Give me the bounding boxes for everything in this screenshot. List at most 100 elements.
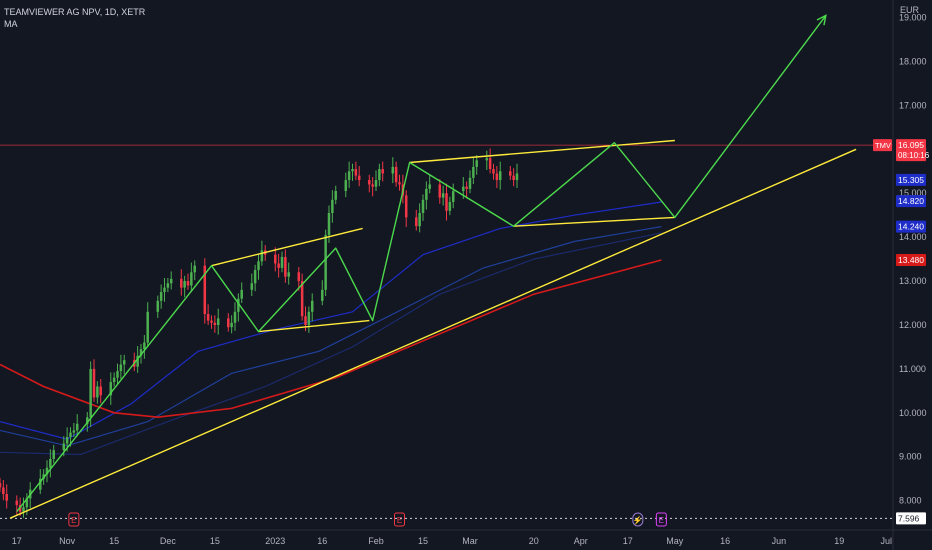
candle-body[interactable] bbox=[213, 322, 217, 325]
candle-body[interactable] bbox=[495, 173, 499, 181]
candle-body[interactable] bbox=[465, 186, 468, 189]
candle-body[interactable] bbox=[119, 364, 123, 372]
candle-body[interactable] bbox=[391, 166, 395, 174]
candle-body[interactable] bbox=[75, 423, 79, 431]
candle-body[interactable] bbox=[156, 300, 160, 312]
symbol-title[interactable]: TEAMVIEWER AG NPV, 1D, XETR bbox=[4, 6, 145, 18]
candle-body[interactable] bbox=[146, 311, 149, 343]
candle-body[interactable] bbox=[250, 283, 254, 290]
candle-body[interactable] bbox=[52, 450, 55, 459]
candle-body[interactable] bbox=[22, 507, 25, 512]
candle-body[interactable] bbox=[498, 171, 502, 181]
candle-body[interactable] bbox=[421, 199, 425, 213]
candle-body[interactable] bbox=[143, 342, 146, 350]
candle-body[interactable] bbox=[280, 256, 284, 268]
candle-body[interactable] bbox=[284, 256, 287, 277]
candle-body[interactable] bbox=[193, 265, 196, 273]
candle-body[interactable] bbox=[509, 171, 512, 176]
candle-body[interactable] bbox=[441, 193, 445, 198]
candle-body[interactable] bbox=[166, 283, 170, 288]
candle-body[interactable] bbox=[49, 458, 52, 468]
candle-body[interactable] bbox=[304, 316, 307, 325]
candle-body[interactable] bbox=[116, 371, 119, 378]
candle-body[interactable] bbox=[425, 188, 428, 200]
candle-body[interactable] bbox=[347, 171, 351, 181]
candle-body[interactable] bbox=[398, 182, 401, 185]
candle-body[interactable] bbox=[206, 314, 210, 321]
candle-body[interactable] bbox=[163, 287, 166, 293]
candle-body[interactable] bbox=[415, 217, 418, 227]
candle-body[interactable] bbox=[334, 191, 337, 200]
candle-body[interactable] bbox=[72, 430, 76, 433]
candle-body[interactable] bbox=[159, 292, 163, 301]
candle-body[interactable] bbox=[404, 195, 408, 218]
candle-body[interactable] bbox=[394, 166, 398, 183]
candle-body[interactable] bbox=[462, 186, 465, 192]
candle-body[interactable] bbox=[5, 494, 8, 501]
candle-body[interactable] bbox=[260, 250, 264, 262]
candle-body[interactable] bbox=[331, 199, 334, 213]
candle-body[interactable] bbox=[378, 169, 381, 181]
candle-body[interactable] bbox=[428, 184, 431, 189]
candle-body[interactable] bbox=[274, 254, 277, 264]
candle-body[interactable] bbox=[122, 360, 126, 365]
candle-body[interactable] bbox=[227, 318, 230, 328]
candle-body[interactable] bbox=[344, 180, 348, 192]
candle-body[interactable] bbox=[310, 300, 314, 312]
candle-body[interactable] bbox=[169, 278, 173, 284]
candle-body[interactable] bbox=[96, 386, 99, 398]
candle-body[interactable] bbox=[180, 278, 183, 288]
candle-body[interactable] bbox=[381, 169, 384, 174]
candle-body[interactable] bbox=[515, 173, 519, 181]
candle-body[interactable] bbox=[488, 158, 492, 170]
candle-body[interactable] bbox=[253, 270, 257, 284]
candle-body[interactable] bbox=[233, 311, 237, 323]
candle-body[interactable] bbox=[324, 234, 327, 290]
candle-body[interactable] bbox=[277, 263, 280, 268]
candle-body[interactable] bbox=[327, 212, 331, 235]
candle-body[interactable] bbox=[0, 483, 2, 488]
candle-body[interactable] bbox=[210, 320, 213, 323]
candle-body[interactable] bbox=[475, 160, 478, 167]
candle-body[interactable] bbox=[374, 180, 378, 187]
candle-body[interactable] bbox=[468, 177, 472, 189]
candle-body[interactable] bbox=[445, 193, 448, 211]
candle-body[interactable] bbox=[321, 289, 324, 301]
chart-area[interactable]: 8.000 9.000 10.000 11.000 12.000 13.000 14.000… bbox=[0, 0, 932, 550]
x-tick-label: 20 bbox=[529, 536, 539, 546]
candle-body[interactable] bbox=[240, 289, 243, 299]
candle-body[interactable] bbox=[69, 432, 72, 437]
candle-body[interactable] bbox=[112, 377, 116, 383]
candle-body[interactable] bbox=[512, 175, 515, 181]
candle-body[interactable] bbox=[89, 368, 92, 418]
candle-body[interactable] bbox=[371, 184, 374, 187]
candle-body[interactable] bbox=[368, 180, 371, 185]
candle-body[interactable] bbox=[183, 281, 186, 288]
candle-body[interactable] bbox=[451, 191, 455, 203]
candle-body[interactable] bbox=[307, 311, 311, 325]
price-chart[interactable]: 8.000 9.000 10.000 11.000 12.000 13.000 14.000… bbox=[0, 0, 932, 550]
candle-body[interactable] bbox=[92, 368, 96, 398]
candle-body[interactable] bbox=[438, 184, 442, 198]
candle-body[interactable] bbox=[216, 318, 220, 325]
candle-body[interactable] bbox=[485, 158, 489, 161]
candle-body[interactable] bbox=[351, 169, 354, 172]
candle-body[interactable] bbox=[99, 386, 102, 396]
candle-body[interactable] bbox=[472, 166, 475, 178]
candle-body[interactable] bbox=[186, 281, 190, 286]
candle-body[interactable] bbox=[354, 169, 358, 176]
candle-body[interactable] bbox=[492, 169, 495, 174]
candle-body[interactable] bbox=[2, 487, 5, 495]
indicator-label[interactable]: MA bbox=[4, 18, 145, 30]
candle-body[interactable] bbox=[15, 500, 19, 506]
candle-body[interactable] bbox=[418, 212, 421, 227]
candle-body[interactable] bbox=[257, 261, 260, 271]
candle-body[interactable] bbox=[190, 272, 193, 286]
candle-body[interactable] bbox=[62, 443, 66, 451]
candle-body[interactable] bbox=[448, 202, 452, 211]
candle-body[interactable] bbox=[297, 272, 301, 282]
candle-body[interactable] bbox=[357, 175, 361, 181]
candle-body[interactable] bbox=[287, 272, 290, 277]
candle-body[interactable] bbox=[230, 322, 233, 328]
candle-body[interactable] bbox=[65, 436, 69, 444]
